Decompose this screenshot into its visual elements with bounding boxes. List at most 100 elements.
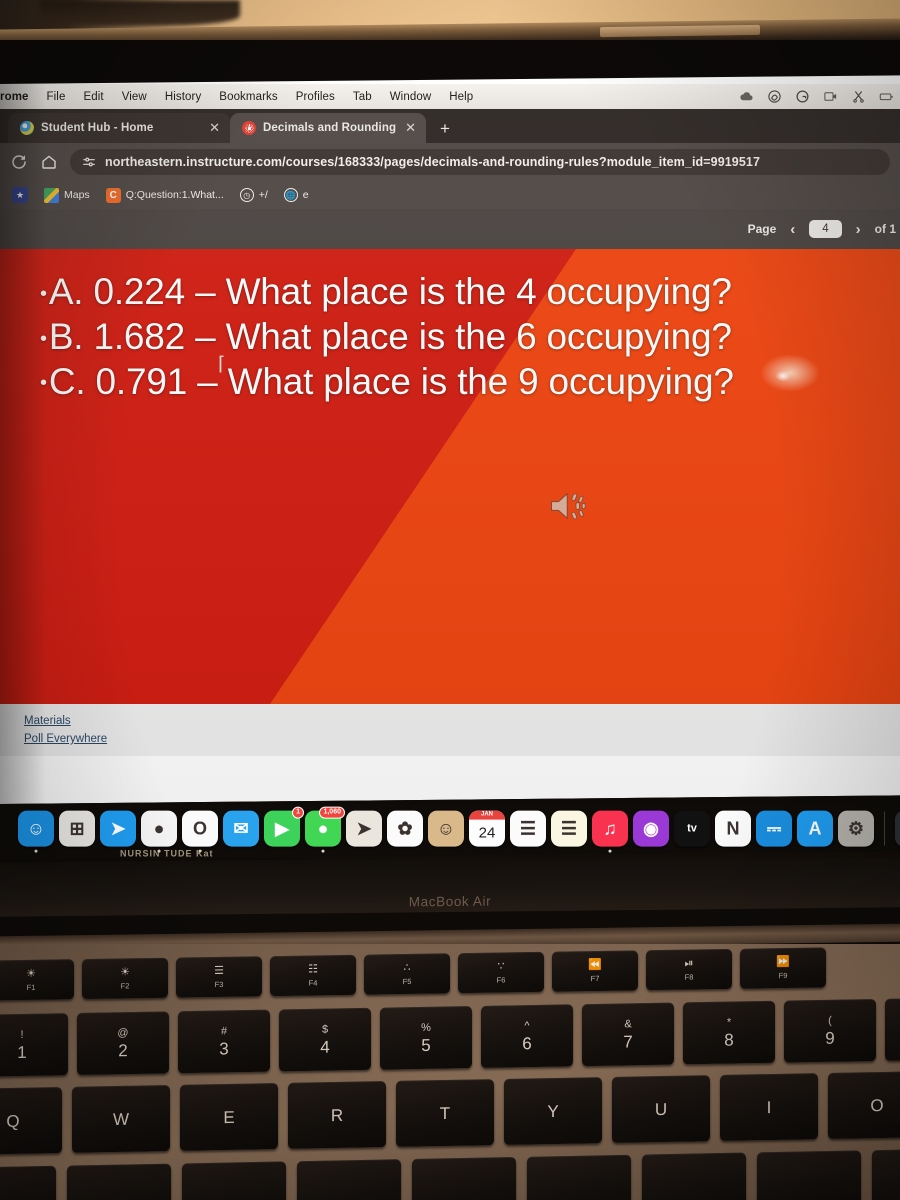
keynote-icon[interactable]: ⎓ xyxy=(756,810,792,847)
key-blank[interactable] xyxy=(642,1152,746,1200)
news-icon[interactable]: N xyxy=(715,810,751,847)
site-settings-icon[interactable] xyxy=(82,155,96,169)
system-settings-icon[interactable]: ⚙ xyxy=(838,810,874,847)
key-r[interactable]: R xyxy=(288,1081,386,1149)
key-6[interactable]: ^ 6 xyxy=(481,1004,573,1068)
key-f9[interactable]: ⏩ F9 xyxy=(740,947,826,989)
key-4[interactable]: $4 xyxy=(279,1007,371,1072)
key-blank[interactable] xyxy=(297,1159,401,1200)
key-f7[interactable]: ⏪ F7 xyxy=(552,950,638,992)
key-f8[interactable]: ⏯ F8 xyxy=(646,948,732,991)
scissors-icon[interactable] xyxy=(851,89,866,104)
podcasts-icon[interactable]: ◉ xyxy=(633,810,669,847)
new-tab-button[interactable]: + xyxy=(426,119,464,143)
key-q[interactable]: Q xyxy=(0,1087,62,1155)
prev-page-button[interactable]: ‹ xyxy=(790,221,795,238)
key-blank[interactable] xyxy=(0,1165,56,1200)
app-store-icon[interactable]: A xyxy=(797,810,833,847)
chrome-icon[interactable]: ● xyxy=(141,810,177,853)
key-f5[interactable]: ∴ F5 xyxy=(364,953,450,995)
laptop-photo: rome File Edit View History Bookmarks Pr… xyxy=(0,0,900,1200)
page-number-input[interactable]: 4 xyxy=(809,220,842,238)
key-8[interactable]: * 8 xyxy=(683,1000,775,1065)
key-t[interactable]: T xyxy=(396,1079,494,1147)
tab-close-icon[interactable]: ✕ xyxy=(405,120,416,136)
key-f4[interactable]: ☷ F4 xyxy=(270,954,356,997)
key-f3[interactable]: ☰ F3 xyxy=(176,956,262,998)
key-i[interactable]: I xyxy=(720,1073,818,1141)
menu-view[interactable]: View xyxy=(113,91,156,103)
browser-tab-decimals[interactable]: Decimals and Rounding Rule ✕ xyxy=(230,113,426,143)
launchpad-icon[interactable]: ⊞ xyxy=(59,810,95,847)
menu-history[interactable]: History xyxy=(156,91,210,103)
key-9[interactable]: (9 xyxy=(784,999,876,1063)
activity-monitor-icon[interactable]: ✇ xyxy=(895,810,900,847)
maps-icon[interactable]: ➤ xyxy=(346,810,382,847)
key-u[interactable]: U xyxy=(612,1075,710,1143)
key-5[interactable]: % 5 xyxy=(380,1006,472,1070)
cloud-icon[interactable] xyxy=(739,89,754,104)
menu-help[interactable]: Help xyxy=(440,91,482,103)
bookmark-globe[interactable]: 🌐 e xyxy=(283,188,309,202)
messages-icon[interactable]: ● 1,060 xyxy=(305,806,345,853)
menu-tab[interactable]: Tab xyxy=(344,91,381,103)
key-f2[interactable]: ☀ F2 xyxy=(82,957,168,1000)
calendar-icon[interactable]: JAN 24 xyxy=(469,810,505,847)
key-o[interactable]: O xyxy=(828,1071,900,1139)
menu-edit[interactable]: Edit xyxy=(74,91,112,103)
key-blank[interactable] xyxy=(182,1161,286,1200)
key-f6[interactable]: ∵ F6 xyxy=(458,951,544,994)
bookmark-history[interactable]: ◷ +/ xyxy=(239,188,268,202)
key-2[interactable]: @2 xyxy=(77,1011,169,1075)
dock-running-indicator xyxy=(321,849,325,853)
key-0[interactable]: )0 xyxy=(885,997,900,1061)
reload-icon[interactable] xyxy=(10,153,28,171)
notes-icon[interactable]: ☰ xyxy=(551,810,587,847)
menubar-app-name[interactable]: rome xyxy=(0,91,38,103)
key-label: Y xyxy=(547,1101,559,1121)
key-f1[interactable]: ☀ F1 xyxy=(0,959,74,1001)
key-3[interactable]: #3 xyxy=(178,1009,270,1074)
menu-profiles[interactable]: Profiles xyxy=(287,91,344,103)
address-bar[interactable]: northeastern.instructure.com/courses/168… xyxy=(70,149,890,175)
bookmark-question[interactable]: C Q:Question:1.What... xyxy=(105,187,224,203)
finder-icon[interactable]: ☺ xyxy=(18,810,54,853)
music-icon[interactable]: ♫ xyxy=(592,810,628,853)
next-page-button[interactable]: › xyxy=(856,221,861,238)
opera-icon[interactable]: O xyxy=(182,810,218,853)
dock-icon-glyph: ✉ xyxy=(233,818,249,839)
key-blank[interactable] xyxy=(67,1163,171,1200)
bookmark-maps[interactable]: Maps xyxy=(44,187,90,203)
key-blank[interactable] xyxy=(412,1157,516,1200)
mail-icon[interactable]: ✉ xyxy=(223,810,259,847)
key-blank[interactable] xyxy=(757,1150,861,1200)
facetime-icon[interactable]: ▶ 1 xyxy=(264,806,304,847)
tab-close-icon[interactable]: ✕ xyxy=(209,120,220,136)
photos-icon[interactable]: ✿ xyxy=(387,810,423,847)
reminders-icon[interactable]: ☰ xyxy=(510,810,546,847)
menu-window[interactable]: Window xyxy=(381,91,441,103)
key-e[interactable]: E xyxy=(180,1083,278,1151)
key-w[interactable]: W xyxy=(72,1085,170,1153)
key-y[interactable]: Y xyxy=(504,1077,602,1145)
key-7[interactable]: & 7 xyxy=(582,1002,674,1067)
apple-tv-icon[interactable]: tv xyxy=(674,810,710,847)
bookmark-star[interactable]: ★ xyxy=(12,187,28,203)
menu-bookmarks[interactable]: Bookmarks xyxy=(210,91,286,103)
grammarly-icon[interactable] xyxy=(795,89,810,104)
menu-file[interactable]: File xyxy=(38,91,75,103)
contacts-icon[interactable]: ☺ xyxy=(428,810,464,847)
adobe-creative-cloud-icon[interactable] xyxy=(767,89,782,104)
home-icon[interactable] xyxy=(40,153,58,171)
battery-icon[interactable] xyxy=(879,89,894,104)
key-1[interactable]: ! 1 xyxy=(0,1013,68,1077)
screen-recording-icon[interactable] xyxy=(823,89,838,104)
safari-icon[interactable]: ➤ xyxy=(100,810,136,847)
browser-tab-student-hub[interactable]: Student Hub - Home ✕ xyxy=(8,113,230,143)
link-poll-everywhere[interactable]: Poll Everywhere xyxy=(24,733,107,745)
key-blank[interactable] xyxy=(872,1148,900,1200)
link-materials[interactable]: Materials xyxy=(24,715,71,727)
key-blank[interactable] xyxy=(527,1154,631,1200)
presentation-slide[interactable]: A. 0.224 – What place is the 4 occupying… xyxy=(0,249,900,704)
speaker-icon[interactable] xyxy=(548,489,590,523)
